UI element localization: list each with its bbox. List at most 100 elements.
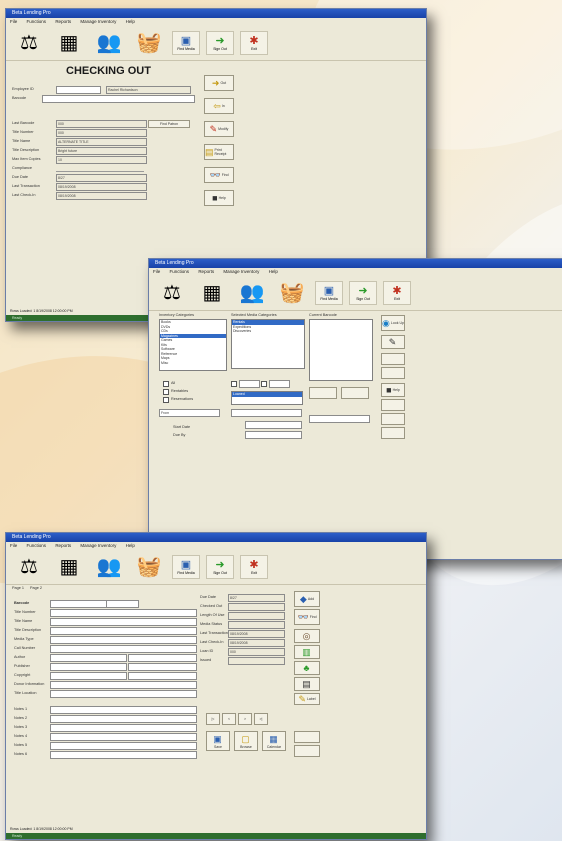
blank-button[interactable]: [294, 731, 320, 743]
label-button[interactable]: ✎ Label: [294, 693, 320, 705]
title-number-field[interactable]: [50, 609, 197, 617]
help-button[interactable]: ■ Help: [204, 190, 234, 206]
sort-dropdown[interactable]: [309, 415, 370, 423]
note-button[interactable]: ✎: [381, 335, 405, 349]
menu-functions[interactable]: Functions: [170, 269, 190, 274]
location-button[interactable]: ♣: [294, 661, 320, 675]
toolbar-exit-button[interactable]: ✱ Exit: [240, 31, 268, 55]
toolbar-sign-out-button[interactable]: ➜ Sign Out: [349, 281, 377, 305]
barcode-input[interactable]: [50, 600, 107, 608]
blank-button-5[interactable]: [381, 427, 405, 439]
selected-media-list[interactable]: Rentals Expeditions Discoveries: [231, 319, 305, 369]
toolbar-exit-button[interactable]: ✱ Exit: [240, 555, 268, 579]
menu-file[interactable]: File: [153, 269, 160, 274]
copyright-field[interactable]: [50, 672, 127, 680]
toolbar-patrons-button[interactable]: 👥: [92, 554, 126, 580]
modify-button[interactable]: ✎ Modify: [204, 121, 234, 137]
notes-field[interactable]: [50, 742, 197, 750]
reservations-checkbox[interactable]: [163, 397, 169, 403]
search-field[interactable]: [245, 421, 302, 429]
report-button[interactable]: ▤: [294, 677, 320, 691]
browse-button[interactable]: ▢ Browse: [234, 731, 258, 751]
toolbar-sign-out-button[interactable]: ➜ Sign Out: [206, 31, 234, 55]
donor-information-field[interactable]: [50, 681, 197, 689]
find-patron-button[interactable]: Find Patron: [148, 120, 190, 128]
menu-help[interactable]: Help: [126, 19, 135, 24]
publisher-field-2[interactable]: [128, 663, 197, 671]
menu-help[interactable]: Help: [126, 543, 135, 548]
all-checkbox[interactable]: [163, 381, 169, 387]
list-item[interactable]: Misc: [160, 361, 226, 366]
copyright-field-2[interactable]: [128, 672, 197, 680]
save-button[interactable]: ▣ Save: [206, 731, 230, 751]
last-record-button[interactable]: >|: [254, 713, 268, 725]
checkout-button[interactable]: ➜ Out: [204, 75, 234, 91]
barcode-input-2[interactable]: [106, 600, 139, 608]
toolbar-find-media-button[interactable]: ▣ Find Media: [172, 31, 200, 55]
prev-record-button[interactable]: <: [222, 713, 236, 725]
menu-help[interactable]: Help: [269, 269, 278, 274]
add-button[interactable]: ◆ Add: [294, 591, 320, 607]
print-receipt-button[interactable]: ▤ Print Receipt: [204, 144, 234, 160]
find-button[interactable]: 👓 Find: [294, 609, 320, 625]
toolbar-patrons-button[interactable]: 👥: [92, 30, 126, 56]
date-from-field[interactable]: [239, 380, 260, 388]
list-item[interactable]: Discoveries: [232, 329, 304, 334]
rentables-checkbox[interactable]: [163, 389, 169, 395]
toolbar-find-media-button[interactable]: ▣ Find Media: [172, 555, 200, 579]
author-field[interactable]: [50, 654, 127, 662]
title-name-field[interactable]: [50, 618, 197, 626]
first-record-button[interactable]: |<: [206, 713, 220, 725]
employee-id-field[interactable]: [56, 86, 101, 94]
menu-manage-inventory[interactable]: Manage Inventory: [80, 543, 116, 548]
blank-button[interactable]: [381, 353, 405, 365]
menu-reports[interactable]: Reports: [198, 269, 214, 274]
catalog-button[interactable]: ▥: [294, 645, 320, 659]
blank-button-3[interactable]: [381, 399, 405, 411]
menu-reports[interactable]: Reports: [55, 19, 71, 24]
barcode-input[interactable]: [42, 95, 195, 103]
calendar-button[interactable]: ▦ Calendar: [262, 731, 286, 751]
toolbar-sign-out-button[interactable]: ➜ Sign Out: [206, 555, 234, 579]
toolbar-register-button[interactable]: ▦: [52, 30, 86, 56]
title-description-field[interactable]: [50, 627, 197, 635]
menu-file[interactable]: File: [10, 543, 17, 548]
toolbar-exit-button[interactable]: ✱ Exit: [383, 281, 411, 305]
blank-button-2[interactable]: [381, 367, 405, 379]
help-button[interactable]: ■ Help: [381, 383, 405, 397]
date-to-checkbox[interactable]: [261, 381, 267, 387]
media-type-list[interactable]: Loaned: [231, 391, 303, 405]
view-button[interactable]: ◎: [294, 629, 320, 643]
title-location-field[interactable]: [50, 690, 197, 698]
publisher-field[interactable]: [50, 663, 127, 671]
select-right-button[interactable]: [341, 387, 369, 399]
toolbar-find-media-button[interactable]: ▣ Find Media: [315, 281, 343, 305]
select-left-button[interactable]: [309, 387, 337, 399]
menu-functions[interactable]: Functions: [27, 19, 47, 24]
checkin-button[interactable]: ⇦ In: [204, 98, 234, 114]
look-up-button[interactable]: ◉ Look Up: [381, 315, 405, 331]
notes-field[interactable]: [50, 751, 197, 759]
tab-page-2[interactable]: Page 2: [30, 586, 42, 590]
menu-file[interactable]: File: [10, 19, 17, 24]
current-barcode-list[interactable]: [309, 319, 373, 381]
date-to-field[interactable]: [269, 380, 290, 388]
search-field-2[interactable]: [245, 431, 302, 439]
notes-field[interactable]: [50, 724, 197, 732]
menu-functions[interactable]: Functions: [27, 543, 47, 548]
blank-button-2[interactable]: [294, 745, 320, 757]
blank-button-4[interactable]: [381, 413, 405, 425]
toolbar-library-button[interactable]: ⚖: [12, 554, 46, 580]
menu-manage-inventory[interactable]: Manage Inventory: [223, 269, 259, 274]
toolbar-library-button[interactable]: ⚖: [12, 30, 46, 56]
toolbar-basket-button[interactable]: 🧺: [275, 280, 309, 306]
inventory-categories-list[interactable]: Books DVDs CDs Magazines Games Kits Soft…: [159, 319, 227, 371]
menu-manage-inventory[interactable]: Manage Inventory: [80, 19, 116, 24]
filter-dropdown[interactable]: From: [159, 409, 220, 417]
author-field-2[interactable]: [128, 654, 197, 662]
next-record-button[interactable]: >: [238, 713, 252, 725]
notes-field[interactable]: [50, 715, 197, 723]
date-checkbox[interactable]: [231, 381, 237, 387]
notes-field[interactable]: [50, 733, 197, 741]
toolbar-register-button[interactable]: ▦: [52, 554, 86, 580]
